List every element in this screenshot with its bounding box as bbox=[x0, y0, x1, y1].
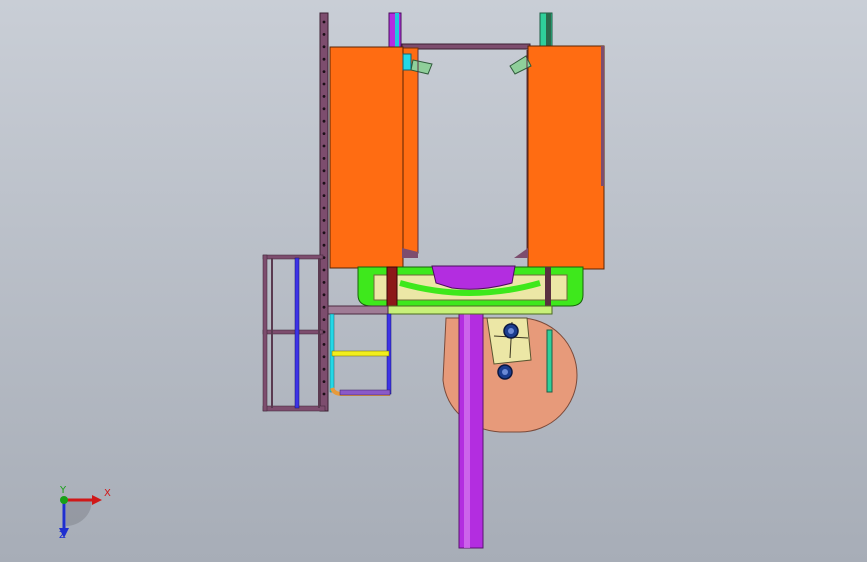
rail-hole bbox=[322, 20, 326, 24]
rail-hole bbox=[322, 380, 326, 383]
axis-z-label: Z bbox=[59, 530, 66, 541]
cad-model-view[interactable] bbox=[0, 0, 867, 562]
platform-plate bbox=[327, 305, 553, 315]
rail-hole bbox=[322, 82, 326, 86]
rail-hole bbox=[322, 231, 326, 235]
axis-y-label: Y bbox=[60, 485, 67, 496]
rail-hole bbox=[322, 293, 326, 297]
rail-hole bbox=[322, 268, 326, 272]
coordinate-triad: X Y Z bbox=[40, 480, 120, 550]
cad-viewport[interactable]: X Y Z bbox=[0, 0, 867, 562]
rail-hole bbox=[322, 194, 326, 198]
rail-hole bbox=[322, 132, 326, 136]
left-frame-rail bbox=[319, 12, 329, 412]
rail-hole bbox=[322, 343, 326, 346]
left-orange-panel bbox=[329, 46, 404, 269]
vertical-pole bbox=[458, 284, 484, 549]
rail-hole bbox=[322, 243, 326, 247]
rail-hole bbox=[322, 355, 326, 359]
left-inner-post bbox=[401, 47, 419, 254]
rail-hole bbox=[322, 95, 326, 98]
right-orange-panel bbox=[527, 45, 605, 270]
rail-hole bbox=[322, 318, 326, 321]
top-left-pipe bbox=[388, 12, 402, 48]
rail-hole bbox=[322, 367, 326, 371]
rail-hole bbox=[322, 169, 326, 173]
x-axis-head bbox=[92, 495, 102, 505]
rail-hole bbox=[322, 33, 326, 36]
rail-hole bbox=[322, 181, 326, 185]
rail-hole bbox=[322, 45, 326, 49]
inner-frame bbox=[402, 50, 528, 258]
rail-hole bbox=[322, 219, 326, 222]
rail-hole bbox=[322, 281, 326, 284]
side-cage bbox=[262, 254, 326, 412]
rail-hole bbox=[322, 392, 326, 396]
rail-hole bbox=[322, 144, 326, 148]
rail-hole bbox=[322, 107, 326, 111]
rail-hole bbox=[322, 70, 326, 73]
axis-x-label: X bbox=[104, 488, 111, 499]
rail-hole bbox=[322, 206, 326, 210]
rail-hole bbox=[322, 119, 326, 123]
top-cross-bar bbox=[401, 43, 531, 50]
small-ladder bbox=[329, 313, 392, 396]
pole-flange bbox=[431, 265, 516, 290]
y-axis-dot bbox=[60, 496, 68, 504]
rail-hole bbox=[322, 57, 326, 61]
rail-hole bbox=[322, 157, 326, 160]
top-right-pipe bbox=[539, 12, 553, 48]
rail-hole bbox=[322, 305, 326, 309]
